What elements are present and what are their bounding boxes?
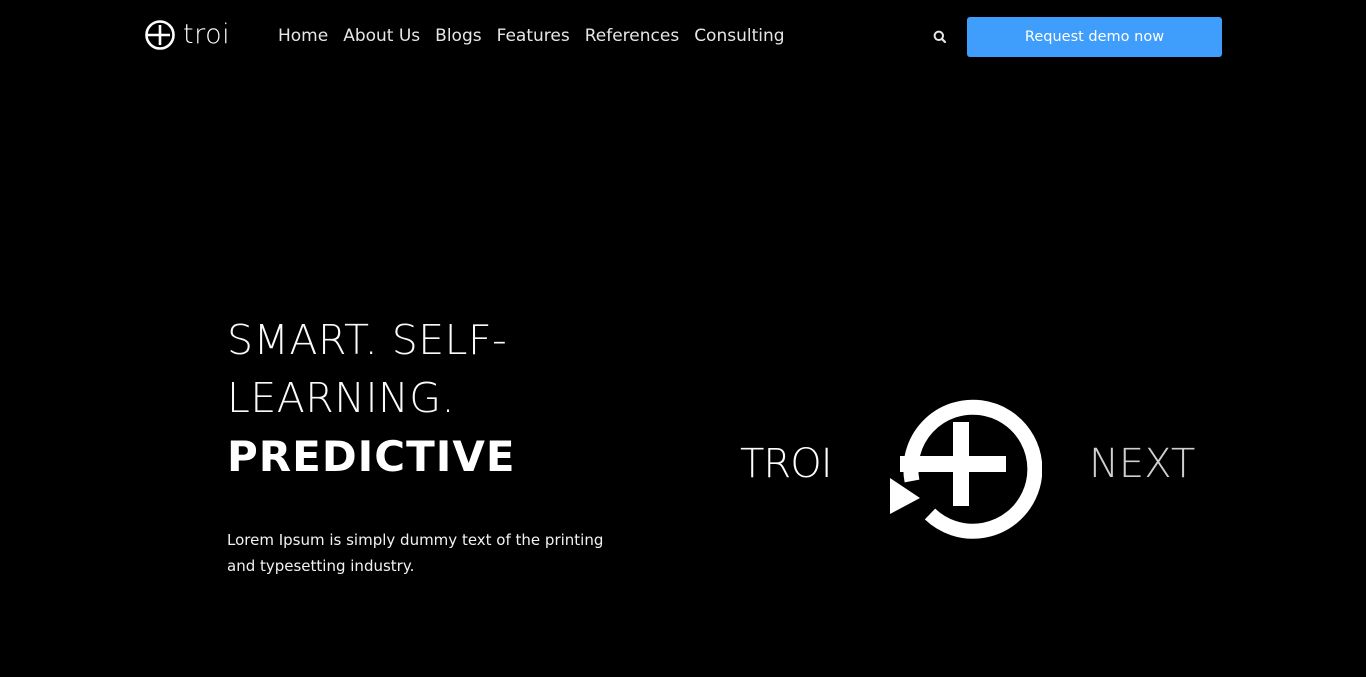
logo-text: troi — [183, 19, 231, 50]
hero-line-3: PREDICTIVE — [227, 432, 516, 481]
nav-blogs[interactable]: Blogs — [435, 25, 481, 47]
site-header: troi Home About Us Blogs Features Refere… — [0, 0, 1366, 74]
nav-consulting[interactable]: Consulting — [694, 25, 784, 47]
request-demo-button[interactable]: Request demo now — [967, 17, 1222, 57]
nav-home[interactable]: Home — [278, 25, 328, 47]
brand-word-troi: TROI — [740, 441, 833, 487]
hero-line-2: LEARNING. — [227, 374, 456, 422]
hero-description: Lorem Ipsum is simply dummy text of the … — [227, 531, 604, 575]
site-logo[interactable]: troi — [144, 19, 230, 51]
nav-references[interactable]: References — [585, 25, 679, 47]
main-nav: Home About Us Blogs Features References … — [278, 25, 785, 47]
troi-refresh-plus-icon — [886, 386, 1042, 542]
nav-about-us[interactable]: About Us — [343, 25, 420, 47]
brand-word-next: NEXT — [1089, 441, 1196, 487]
nav-features[interactable]: Features — [497, 25, 570, 47]
troi-plus-circle-icon — [144, 19, 176, 51]
hero-line-1: SMART. SELF- — [227, 316, 508, 364]
search-icon[interactable] — [932, 29, 948, 45]
hero-title: SMART. SELF- LEARNING. PREDICTIVE — [227, 311, 516, 487]
